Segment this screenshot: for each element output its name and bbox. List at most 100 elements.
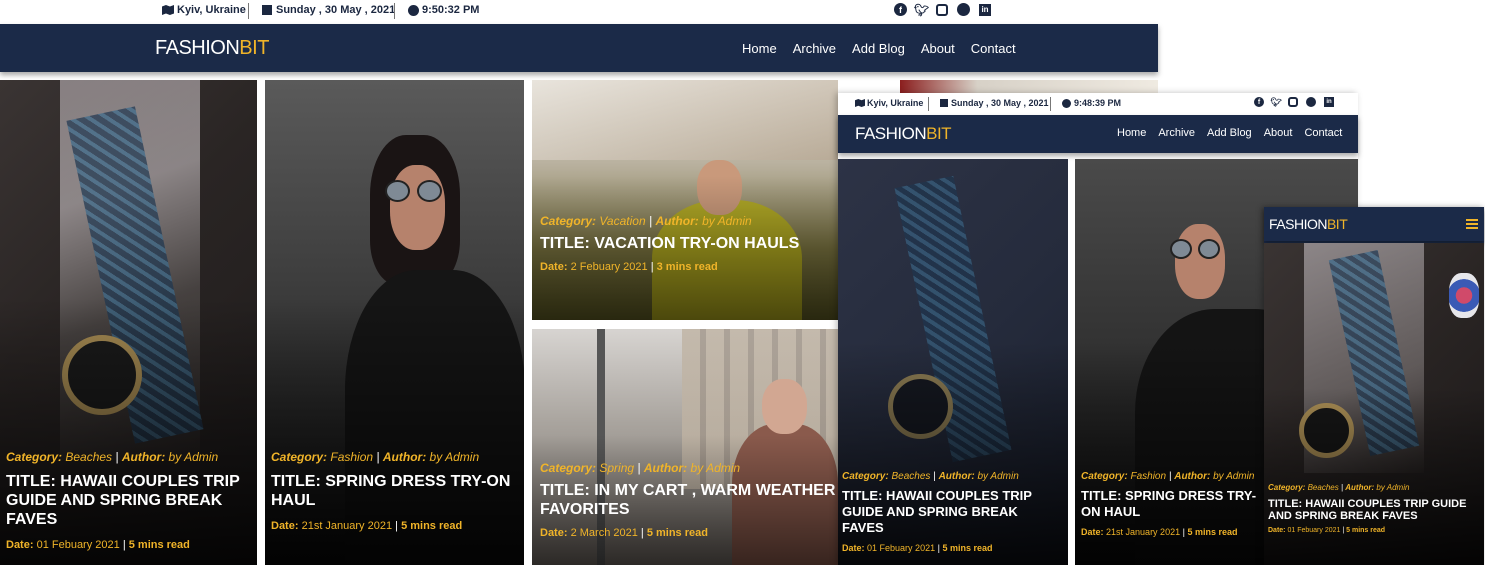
sunglasses-graphic	[1170, 239, 1225, 259]
clock: 9:48:39 PM	[1062, 98, 1121, 108]
post-title[interactable]: TITLE: SPRING DRESS TRY-ON HAUL	[271, 472, 518, 510]
main-menu: Home Archive Add Blog About Contact	[742, 41, 1016, 56]
logo[interactable]: FASHIONBIT	[155, 37, 269, 60]
date-text: Sunday , 30 May , 2021	[951, 98, 1049, 108]
post-meta: Category: Beaches | Author: by Admin	[842, 471, 1019, 482]
nav-about[interactable]: About	[921, 41, 955, 56]
facebook-icon[interactable]: f	[894, 3, 907, 16]
face-graphic	[390, 165, 445, 250]
post-card[interactable]: Category: Vacation | Author: by Admin TI…	[532, 80, 838, 320]
nav-home[interactable]: Home	[742, 41, 777, 56]
time-text: 9:50:32 PM	[422, 4, 480, 16]
social-links: f 🐦︎ in	[1254, 97, 1334, 107]
category-link[interactable]: Spring	[599, 461, 634, 475]
post-date: Date: 2 March 2021 | 5 mins read	[540, 527, 708, 539]
clock: 9:50:32 PM	[408, 4, 479, 16]
post-date: Date: 01 Febuary 2021 | 5 mins read	[6, 539, 190, 551]
post-meta: Category: Vacation | Author: by Admin	[540, 214, 752, 228]
calendar-icon	[262, 5, 272, 15]
location: Kyiv, Ukraine	[855, 98, 923, 108]
post-card[interactable]: Category: Beaches | Author: by Admin TIT…	[838, 159, 1068, 565]
nav-contact[interactable]: Contact	[1304, 127, 1342, 139]
category-link[interactable]: Vacation	[599, 214, 645, 228]
author-link[interactable]: by Admin	[1376, 483, 1409, 492]
sunglasses-graphic	[385, 180, 445, 202]
category-link[interactable]: Beaches	[1308, 483, 1339, 492]
post-date: Date: 21st January 2021 | 5 mins read	[271, 520, 463, 532]
map-icon	[855, 99, 865, 107]
location: Kyiv, Ukraine	[162, 4, 246, 16]
snapchat-icon[interactable]	[1306, 97, 1316, 107]
location-text: Kyiv, Ukraine	[867, 98, 924, 108]
linkedin-icon[interactable]: in	[1324, 97, 1334, 107]
post-image	[532, 80, 838, 160]
divider	[394, 3, 395, 19]
location-text: Kyiv, Ukraine	[177, 4, 246, 16]
author-link[interactable]: by Admin	[977, 471, 1018, 482]
divider	[248, 3, 249, 19]
nav-about[interactable]: About	[1264, 127, 1293, 139]
mobile-view: FASHIONBIT Category: Beaches | Author: b…	[1264, 207, 1484, 565]
clock-icon	[408, 4, 419, 16]
divider	[1050, 97, 1051, 111]
tablet-navbar: FASHIONBIT Home Archive Add Blog About C…	[838, 115, 1358, 153]
nav-add-blog[interactable]: Add Blog	[852, 41, 905, 56]
post-meta: Category: Beaches | Author: by Admin	[6, 450, 219, 464]
post-title[interactable]: TITLE: SPRING DRESS TRY-ON HAUL	[1081, 488, 1271, 520]
instagram-icon[interactable]	[936, 3, 948, 16]
face-graphic	[762, 379, 807, 434]
post-card-partial[interactable]	[900, 80, 1158, 94]
snapchat-icon[interactable]	[957, 3, 970, 16]
category-link[interactable]: Fashion	[330, 450, 373, 464]
post-date: Date: 01 Febuary 2021 | 5 mins read	[1268, 527, 1386, 534]
linkedin-icon[interactable]: in	[979, 3, 991, 16]
nav-archive[interactable]: Archive	[1158, 127, 1195, 139]
post-card[interactable]: Category: Spring | Author: by Admin TITL…	[532, 329, 838, 565]
post-card[interactable]: Category: Beaches | Author: by Admin TIT…	[1264, 243, 1484, 565]
post-title[interactable]: TITLE: IN MY CART , WARM WEATHER FAVORIT…	[540, 481, 838, 519]
facebook-icon[interactable]: f	[1254, 97, 1264, 107]
post-title[interactable]: TITLE: HAWAII COUPLES TRIP GUIDE AND SPR…	[842, 488, 1062, 536]
hamburger-menu-icon[interactable]	[1466, 219, 1478, 229]
nav-home[interactable]: Home	[1117, 127, 1146, 139]
category-link[interactable]: Beaches	[891, 471, 930, 482]
post-card[interactable]: Category: Beaches | Author: by Admin TIT…	[0, 80, 257, 565]
logo-text: FASHION	[1269, 216, 1327, 232]
nav-contact[interactable]: Contact	[971, 41, 1016, 56]
category-link[interactable]: Fashion	[1130, 471, 1166, 482]
post-meta: Category: Fashion | Author: by Admin	[271, 450, 480, 464]
nav-archive[interactable]: Archive	[793, 41, 836, 56]
logo-accent: BIT	[926, 124, 952, 143]
twitter-icon[interactable]: 🐦︎	[914, 3, 929, 17]
author-link[interactable]: by Admin	[691, 461, 741, 475]
date: Sunday , 30 May , 2021	[940, 98, 1049, 108]
time-text: 9:48:39 PM	[1074, 98, 1122, 108]
instagram-icon[interactable]	[1288, 97, 1298, 107]
mobile-navbar: FASHIONBIT	[1264, 207, 1484, 241]
post-meta: Category: Spring | Author: by Admin	[540, 461, 741, 475]
post-title[interactable]: TITLE: HAWAII COUPLES TRIP GUIDE AND SPR…	[1268, 498, 1478, 522]
category-link[interactable]: Beaches	[65, 450, 112, 464]
post-date: Date: 2 Febuary 2021 | 3 mins read	[540, 261, 718, 273]
desktop-navbar: FASHIONBIT Home Archive Add Blog About C…	[0, 24, 1158, 72]
post-title[interactable]: TITLE: VACATION TRY-ON HAULS	[540, 234, 832, 253]
date-text: Sunday , 30 May , 2021	[276, 4, 396, 16]
tablet-topbar: Kyiv, Ukraine Sunday , 30 May , 2021 9:4…	[838, 93, 1358, 115]
face-graphic	[1175, 224, 1225, 299]
post-card[interactable]: Category: Fashion | Author: by Admin TIT…	[265, 80, 524, 565]
post-title[interactable]: TITLE: HAWAII COUPLES TRIP GUIDE AND SPR…	[6, 472, 251, 529]
logo-text: FASHION	[855, 124, 927, 143]
author-link[interactable]: by Admin	[1213, 471, 1254, 482]
post-date: Date: 01 Febuary 2021 | 5 mins read	[842, 543, 993, 553]
author-link[interactable]: by Admin	[702, 214, 752, 228]
date: Sunday , 30 May , 2021	[262, 4, 395, 16]
nav-add-blog[interactable]: Add Blog	[1207, 127, 1252, 139]
author-link[interactable]: by Admin	[430, 450, 480, 464]
twitter-icon[interactable]: 🐦︎	[1270, 97, 1281, 107]
social-links: f 🐦︎ in	[894, 3, 991, 17]
logo[interactable]: FASHIONBIT	[1269, 216, 1348, 232]
desktop-topbar: Kyiv, Ukraine Sunday , 30 May , 2021 9:5…	[0, 0, 1158, 22]
author-link[interactable]: by Admin	[169, 450, 219, 464]
calendar-icon	[940, 99, 948, 107]
logo[interactable]: FASHIONBIT	[855, 124, 952, 144]
